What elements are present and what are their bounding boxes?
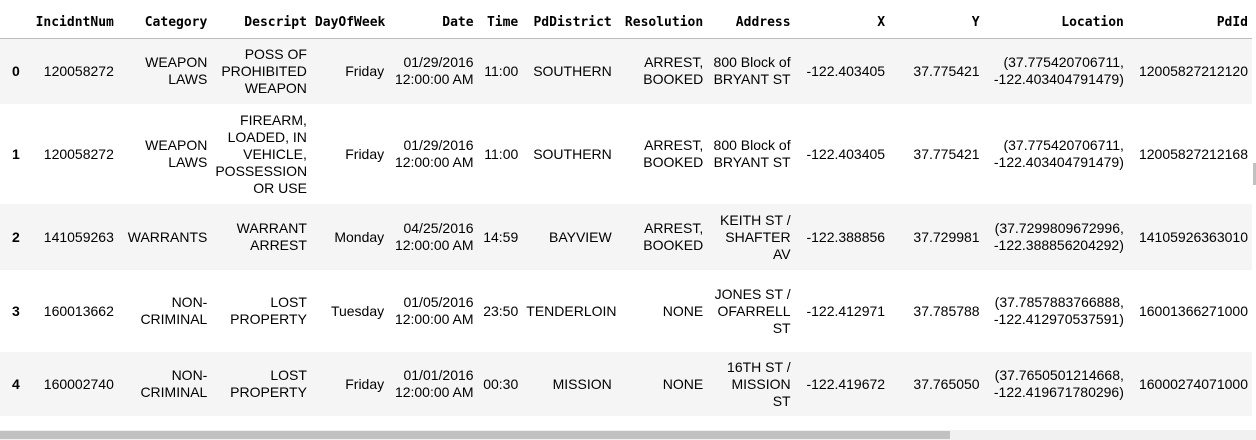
column-header: PdId bbox=[1127, 0, 1252, 39]
column-header: Descript bbox=[211, 0, 311, 39]
cell-date: 04/25/2016 12:00:00 AM bbox=[394, 220, 474, 253]
cell-date: 01/29/2016 12:00:00 AM bbox=[394, 137, 474, 170]
cell-time: 11:00 bbox=[484, 62, 519, 79]
cell-pddistrict: MISSION bbox=[552, 375, 612, 392]
cell-x: -122.403405 bbox=[806, 62, 886, 79]
column-header: Time bbox=[477, 0, 523, 39]
header-row: IncidntNum Category Descript DayOfWeek D… bbox=[0, 0, 1252, 39]
cell-x: -122.388856 bbox=[806, 228, 886, 245]
cell-pdid: 14105926363010 bbox=[1138, 228, 1248, 245]
cell-location: (37.7299809672996, -122.388856204292) bbox=[993, 220, 1124, 253]
column-header: Y bbox=[889, 0, 984, 39]
cell-dayofweek: Friday bbox=[345, 375, 385, 392]
cell-resolution: NONE bbox=[662, 302, 704, 319]
cell-pddistrict: BAYVIEW bbox=[548, 228, 612, 245]
cell-time: 00:30 bbox=[483, 375, 519, 392]
cell-address: 16TH ST / MISSION ST bbox=[727, 358, 791, 409]
cell-pdid: 16001366271000 bbox=[1138, 302, 1248, 319]
cell-address: JONES ST / OFARRELL ST bbox=[714, 285, 791, 336]
cell-y: 37.775421 bbox=[913, 62, 980, 79]
cell-descript: WARRANT ARREST bbox=[236, 220, 307, 253]
table-row: 4 160002740 NON-CRIMINAL LOST PROPERTY F… bbox=[0, 352, 1252, 416]
cell-resolution: ARREST, BOOKED bbox=[643, 220, 704, 253]
cell-time: 23:50 bbox=[483, 302, 519, 319]
row-index: 2 bbox=[12, 228, 20, 245]
horizontal-scrollbar[interactable] bbox=[0, 430, 1256, 440]
cell-descript: LOST PROPERTY bbox=[230, 294, 307, 327]
table-row: 1 120058272 WEAPON LAWS FIREARM, LOADED,… bbox=[0, 104, 1252, 204]
column-header: Category bbox=[117, 0, 212, 39]
cell-y: 37.729981 bbox=[913, 228, 980, 245]
cell-dayofweek: Friday bbox=[345, 62, 385, 79]
column-header: Resolution bbox=[615, 0, 708, 39]
cell-pddistrict: TENDERLOIN bbox=[526, 302, 617, 319]
cell-category: WARRANTS bbox=[127, 228, 208, 245]
row-index: 3 bbox=[12, 302, 20, 319]
cell-x: -122.412971 bbox=[806, 302, 886, 319]
cell-y: 37.775421 bbox=[913, 145, 980, 162]
column-header: DayOfWeek bbox=[310, 0, 389, 39]
cell-address: 800 Block of BRYANT ST bbox=[713, 54, 791, 88]
cell-x: -122.419672 bbox=[806, 375, 886, 392]
cell-category: WEAPON LAWS bbox=[145, 137, 208, 170]
cell-incidntnum: 141059263 bbox=[43, 228, 114, 245]
horizontal-scrollbar-thumb[interactable] bbox=[0, 431, 950, 439]
index-header bbox=[0, 0, 25, 39]
cell-y: 37.765050 bbox=[913, 375, 980, 392]
cell-time: 14:59 bbox=[483, 228, 519, 245]
cell-descript: POSS OF PROHIBITED WEAPON bbox=[221, 45, 307, 96]
cell-location: (37.7857883766888, -122.412970537591) bbox=[993, 294, 1124, 327]
cell-pdid: 12005827212168 bbox=[1138, 145, 1248, 162]
cell-dayofweek: Friday bbox=[345, 145, 385, 162]
dataframe-table-container: IncidntNum Category Descript DayOfWeek D… bbox=[0, 0, 1256, 430]
cell-pdid: 12005827212120 bbox=[1138, 62, 1248, 79]
column-header: X bbox=[794, 0, 890, 39]
cell-dayofweek: Monday bbox=[334, 228, 385, 245]
column-header: IncidntNum bbox=[24, 0, 118, 39]
cell-pddistrict: SOUTHERN bbox=[533, 145, 612, 162]
cell-x: -122.403405 bbox=[806, 145, 886, 162]
cell-descript: LOST PROPERTY bbox=[230, 367, 307, 400]
table-row: 0 120058272 WEAPON LAWS POSS OF PROHIBIT… bbox=[0, 38, 1252, 104]
cell-category: WEAPON LAWS bbox=[145, 54, 208, 88]
cell-category: NON-CRIMINAL bbox=[140, 294, 208, 327]
column-header: Location bbox=[983, 0, 1128, 39]
cell-descript: FIREARM, LOADED, IN VEHICLE, POSSESSION … bbox=[215, 111, 308, 196]
cell-pddistrict: SOUTHERN bbox=[533, 62, 612, 79]
cell-pdid: 16000274071000 bbox=[1138, 375, 1248, 392]
cell-incidntnum: 160002740 bbox=[43, 375, 114, 392]
cell-address: KEITH ST / SHAFTER AV bbox=[720, 211, 791, 262]
dataframe-table: IncidntNum Category Descript DayOfWeek D… bbox=[0, 0, 1252, 416]
column-header: Date bbox=[388, 0, 478, 39]
cell-location: (37.7650501214668, -122.419671780296) bbox=[993, 367, 1124, 400]
column-header: Address bbox=[707, 0, 795, 39]
cell-date: 01/01/2016 12:00:00 AM bbox=[394, 367, 474, 400]
column-header: PdDistrict bbox=[522, 0, 616, 39]
cell-address: 800 Block of BRYANT ST bbox=[713, 137, 791, 170]
cell-resolution: ARREST, BOOKED bbox=[643, 137, 704, 170]
cell-location: (37.775420706711, -122.403404791479) bbox=[993, 137, 1124, 170]
cell-incidntnum: 160013662 bbox=[43, 302, 114, 319]
cell-date: 01/05/2016 12:00:00 AM bbox=[394, 294, 474, 327]
table-row: 3 160013662 NON-CRIMINAL LOST PROPERTY T… bbox=[0, 270, 1252, 352]
cell-time: 11:00 bbox=[484, 145, 519, 162]
cell-incidntnum: 120058272 bbox=[43, 145, 114, 162]
row-index: 1 bbox=[12, 145, 20, 162]
cell-resolution: ARREST, BOOKED bbox=[643, 54, 704, 88]
cell-resolution: NONE bbox=[662, 375, 704, 392]
cell-dayofweek: Tuesday bbox=[330, 302, 385, 319]
cell-location: (37.775420706711, -122.403404791479) bbox=[993, 54, 1124, 88]
table-row: 2 141059263 WARRANTS WARRANT ARREST Mond… bbox=[0, 204, 1252, 270]
cell-y: 37.785788 bbox=[913, 302, 980, 319]
row-index: 0 bbox=[12, 62, 20, 79]
cell-category: NON-CRIMINAL bbox=[140, 367, 208, 400]
cell-incidntnum: 120058272 bbox=[43, 62, 114, 79]
row-index: 4 bbox=[12, 375, 20, 392]
cell-date: 01/29/2016 12:00:00 AM bbox=[394, 54, 474, 88]
